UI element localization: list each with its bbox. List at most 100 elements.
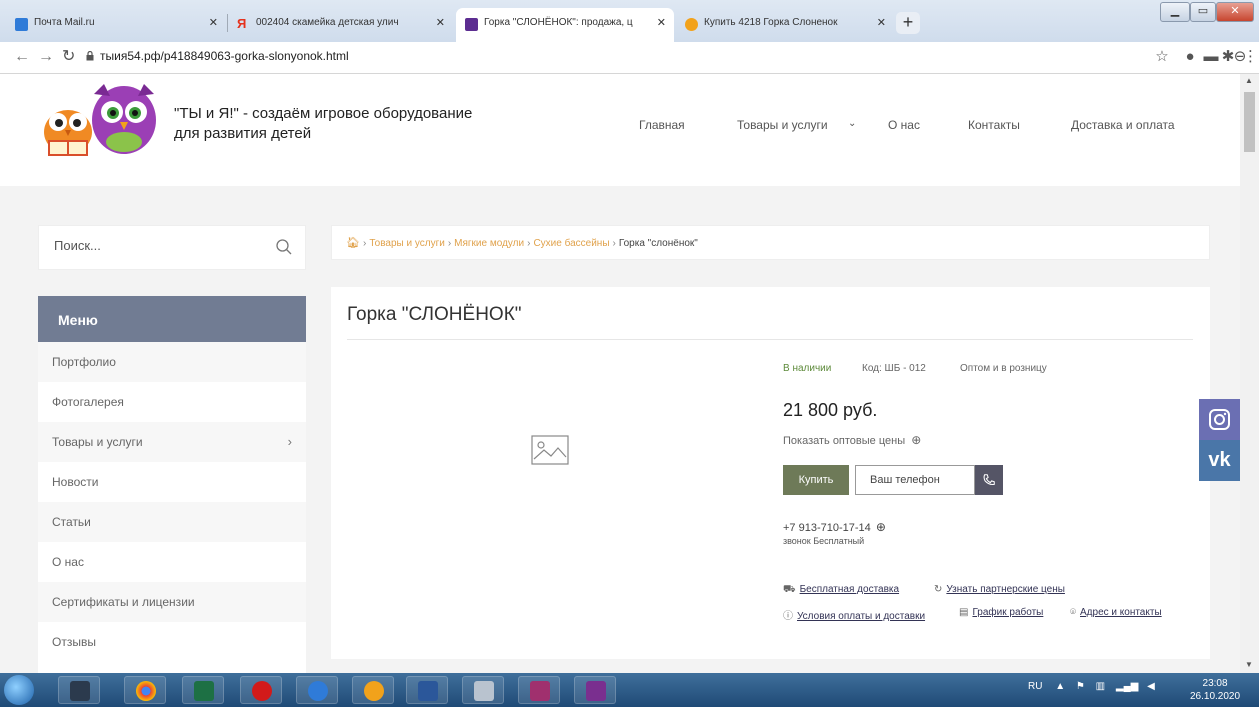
- minimize-button[interactable]: ▁: [1160, 2, 1190, 22]
- contact-phone-number: +7 913-710-17-14: [783, 522, 871, 534]
- excel-icon: [194, 681, 214, 701]
- web-page: "ТЫ и Я!" - создаём игровое оборудование…: [0, 74, 1240, 673]
- taskbar-app-archiver[interactable]: [518, 676, 560, 704]
- scroll-thumb[interactable]: [1244, 92, 1255, 152]
- breadcrumb-dry-pools[interactable]: Сухие бассейны: [533, 238, 609, 249]
- owls-logo-icon[interactable]: [36, 80, 162, 160]
- payment-delivery-link[interactable]: ⓘ Условия оплаты и доставки: [783, 607, 925, 622]
- site-title[interactable]: "ТЫ и Я!" - создаём игровое оборудование…: [174, 104, 472, 144]
- plus-circle-icon: ⊕: [911, 433, 922, 447]
- search-icon[interactable]: [275, 238, 293, 256]
- reload-icon[interactable]: ↻: [62, 48, 75, 66]
- taskbar-app-winrar[interactable]: [574, 676, 616, 704]
- tab-close-icon[interactable]: ✕: [657, 16, 666, 29]
- call-button[interactable]: [975, 465, 1003, 495]
- tab-close-icon[interactable]: ✕: [209, 16, 218, 29]
- calendar-icon: ▤: [959, 607, 969, 618]
- free-delivery-link[interactable]: ⛟ Бесплатная доставка: [783, 584, 899, 597]
- taskbar-app-excel[interactable]: [182, 676, 224, 704]
- divider: [347, 339, 1193, 340]
- address-bar[interactable]: тыия54.рф/p418849063-gorka-slonyonok.htm…: [100, 49, 349, 63]
- lock-icon: [86, 51, 94, 61]
- browser-menu-icon[interactable]: ⋮: [1243, 47, 1258, 67]
- chevron-down-icon[interactable]: ⌄: [848, 118, 856, 129]
- tab-buy-4218[interactable]: Купить 4218 Горка Слоненок ✕: [676, 8, 894, 42]
- word-icon: [418, 681, 438, 701]
- truck-icon: ⛟: [783, 584, 796, 595]
- tray-arrow-icon[interactable]: ▲: [1055, 681, 1065, 692]
- social-links: vk: [1199, 399, 1240, 481]
- sidebar-item-reviews[interactable]: Отзывы: [38, 622, 306, 662]
- schedule-link[interactable]: ▤ График работы: [959, 607, 1043, 618]
- link-label: График работы: [972, 607, 1044, 618]
- windows-taskbar: RU ▲ ⚑ ▥ ▂▄▆ ◀ 23:08 26.10.2020: [0, 673, 1259, 707]
- wholesale-link-label: Показать оптовые цены: [783, 435, 906, 447]
- clock-date: 26.10.2020: [1190, 691, 1241, 702]
- taskbar-app-word[interactable]: [406, 676, 448, 704]
- taskbar-app-explorer[interactable]: [58, 676, 100, 704]
- sidebar-item-products[interactable]: Товары и услуги ›: [38, 422, 306, 462]
- language-indicator[interactable]: RU: [1028, 681, 1042, 692]
- sidebar-item-news[interactable]: Новости: [38, 462, 306, 502]
- sidebar-item-about[interactable]: О нас: [38, 542, 306, 582]
- taskbar-app-calculator[interactable]: [462, 676, 504, 704]
- scroll-up-arrow-icon[interactable]: ▲: [1245, 76, 1253, 85]
- breadcrumb-separator: ›: [362, 238, 367, 249]
- tab-close-icon[interactable]: ✕: [877, 16, 886, 29]
- chrome-icon: [136, 681, 156, 701]
- start-button[interactable]: [4, 675, 34, 705]
- breadcrumb-products[interactable]: Товары и услуги: [369, 238, 445, 249]
- wholesale-prices-link[interactable]: Показать оптовые цены ⊕: [783, 433, 921, 447]
- buy-button[interactable]: Купить: [783, 465, 849, 495]
- signal-icon[interactable]: ▂▄▆: [1116, 681, 1138, 692]
- nav-delivery[interactable]: Доставка и оплата: [1071, 118, 1175, 132]
- flag-icon[interactable]: ⚑: [1076, 681, 1085, 692]
- address-link[interactable]: ⌾ Адрес и контакты: [1070, 607, 1162, 618]
- forward-arrow-icon[interactable]: →: [38, 48, 54, 66]
- browser-toolbar: ← → ↻ тыия54.рф/p418849063-gorka-slonyon…: [0, 42, 1259, 74]
- vk-icon[interactable]: vk: [1199, 440, 1240, 481]
- page-scrollbar[interactable]: ▲ ▼: [1240, 74, 1259, 673]
- opera-icon: [252, 681, 272, 701]
- extension-avatar-icon[interactable]: ●: [1180, 47, 1200, 67]
- sidebar-item-portfolio[interactable]: Портфолио: [38, 342, 306, 382]
- tab-yandex[interactable]: Я 002404 скамейка детская улич ✕: [228, 8, 453, 42]
- network-icon[interactable]: ▥: [1096, 681, 1105, 692]
- nav-contacts[interactable]: Контакты: [968, 118, 1020, 132]
- mail-favicon-icon: [15, 18, 28, 31]
- breadcrumb-soft-modules[interactable]: Мягкие модули: [454, 238, 524, 249]
- new-tab-button[interactable]: +: [896, 12, 920, 34]
- tab-close-icon[interactable]: ✕: [436, 16, 445, 29]
- tab-mail[interactable]: Почта Mail.ru ✕: [6, 8, 226, 42]
- breadcrumb-separator: ›: [612, 238, 616, 249]
- image-placeholder-icon[interactable]: [531, 435, 569, 465]
- contact-phone[interactable]: +7 913-710-17-14 ⊕: [783, 520, 886, 534]
- partner-prices-link[interactable]: ↻ Узнать партнерские цены: [934, 584, 1065, 595]
- taskbar-app-yandex[interactable]: [352, 676, 394, 704]
- link-label: Условия оплаты и доставки: [797, 611, 926, 622]
- scroll-down-arrow-icon[interactable]: ▼: [1245, 660, 1253, 669]
- tab-active-product[interactable]: Горка "СЛОНЁНОК": продажа, ц ✕: [456, 8, 674, 42]
- maximize-button[interactable]: ▭: [1190, 2, 1216, 22]
- tab-title: Почта Mail.ru: [34, 17, 95, 28]
- clock[interactable]: 23:08 26.10.2020: [1190, 677, 1240, 703]
- taskbar-app-messenger[interactable]: [296, 676, 338, 704]
- back-arrow-icon[interactable]: ←: [14, 48, 30, 66]
- sidebar-item-certificates[interactable]: Сертификаты и лицензии: [38, 582, 306, 622]
- taskbar-app-opera[interactable]: [240, 676, 282, 704]
- sidebar-item-articles[interactable]: Статьи: [38, 502, 306, 542]
- window-close-button[interactable]: ✕: [1216, 2, 1254, 22]
- bookmark-star-icon[interactable]: ☆: [1152, 47, 1172, 67]
- instagram-icon[interactable]: [1199, 399, 1240, 440]
- taskbar-app-chrome[interactable]: [124, 676, 166, 704]
- phone-input[interactable]: [855, 465, 975, 495]
- sidebar-item-gallery[interactable]: Фотогалерея: [38, 382, 306, 422]
- search-input[interactable]: [54, 238, 254, 253]
- nav-home[interactable]: Главная: [639, 118, 685, 132]
- tab-title: Купить 4218 Горка Слоненок: [704, 17, 838, 28]
- volume-icon[interactable]: ◀: [1147, 681, 1155, 692]
- nav-products[interactable]: Товары и услуги: [737, 118, 828, 132]
- site-header: "ТЫ и Я!" - создаём игровое оборудование…: [0, 74, 1240, 186]
- nav-about[interactable]: О нас: [888, 118, 920, 132]
- home-icon[interactable]: 🏠︎: [346, 237, 360, 249]
